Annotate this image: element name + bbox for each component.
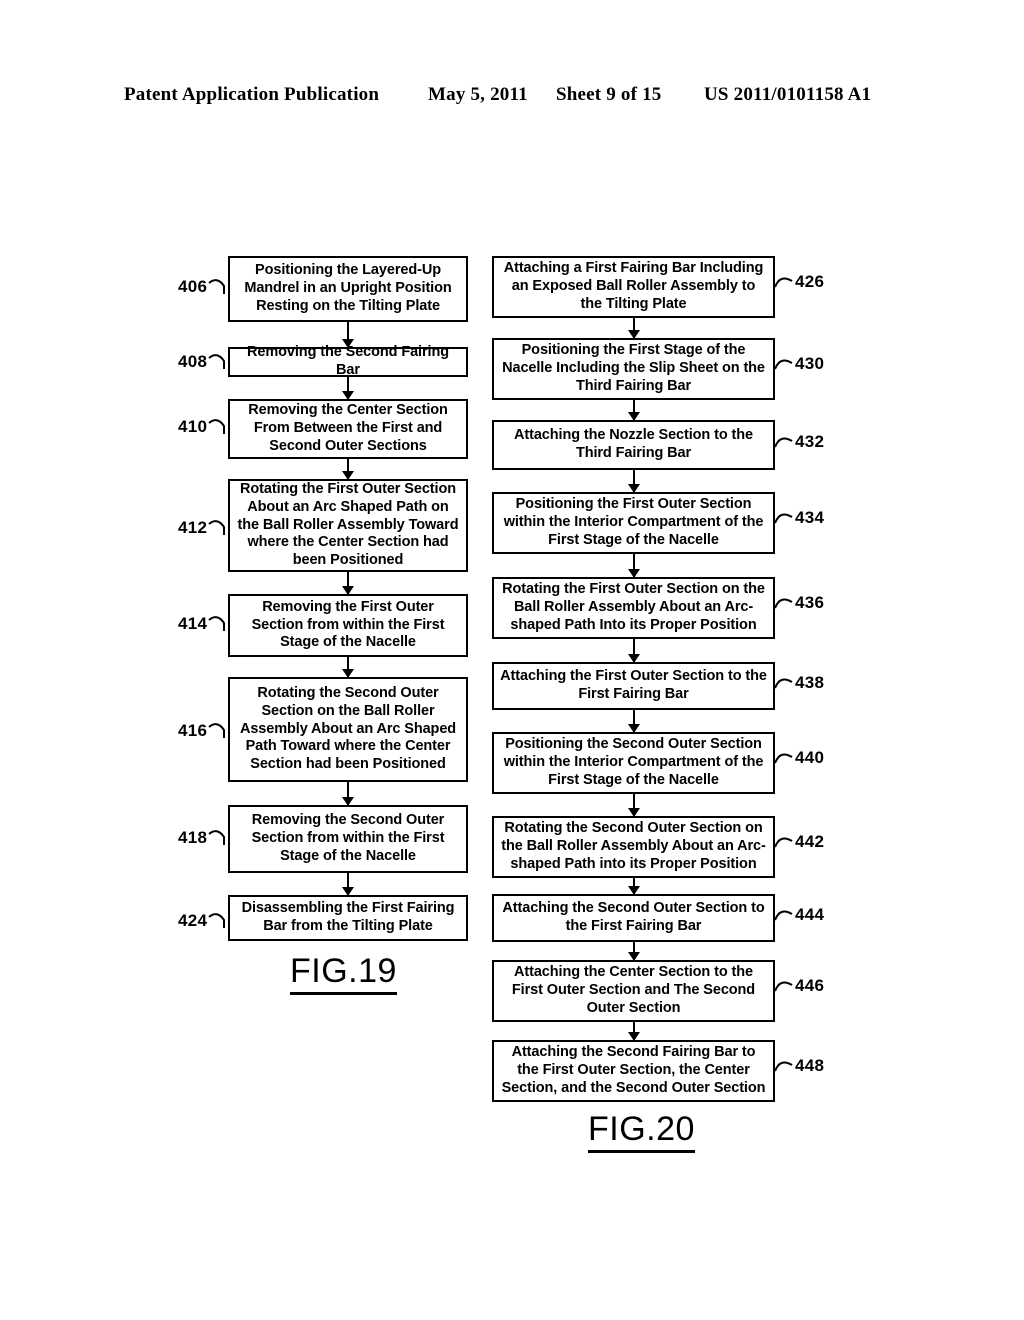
connector-446-448: [628, 1022, 640, 1041]
flow-node-438: Attaching the First Outer Section to the…: [492, 662, 775, 710]
flow-node-430: Positioning the First Stage of the Nacel…: [492, 338, 775, 400]
connector-442-444: [628, 878, 640, 895]
connector-426-430: [628, 318, 640, 339]
flow-node-442: Rotating the Second Outer Section on the…: [492, 816, 775, 878]
ref-leader-438: [774, 676, 800, 690]
ref-leader-436: [774, 596, 800, 610]
flow-node-440: Positioning the Second Outer Section wit…: [492, 732, 775, 794]
connector-444-446: [628, 942, 640, 961]
flow-node-442-label: Rotating the Second Outer Section on the…: [501, 820, 766, 872]
flow-node-432: Attaching the Nozzle Section to the Thir…: [492, 420, 775, 470]
flow-node-432-label: Attaching the Nozzle Section to the Thir…: [514, 427, 753, 461]
ref-leader-426: [774, 275, 800, 289]
flow-node-446: Attaching the Center Section to the Firs…: [492, 960, 775, 1022]
figure-20: Attaching a First Fairing Bar Including …: [0, 0, 1024, 1180]
ref-leader-446: [774, 979, 800, 993]
flow-node-444-label: Attaching the Second Outer Section to th…: [502, 900, 765, 934]
flow-node-434: Positioning the First Outer Section with…: [492, 492, 775, 554]
ref-leader-442: [774, 835, 800, 849]
flow-node-438-label: Attaching the First Outer Section to the…: [500, 668, 767, 702]
ref-leader-444: [774, 908, 800, 922]
figure-20-caption: FIG.20: [588, 1110, 695, 1153]
flow-node-430-label: Positioning the First Stage of the Nacel…: [502, 342, 765, 394]
ref-leader-432: [774, 435, 800, 449]
connector-434-436: [628, 554, 640, 578]
flow-node-426-label: Attaching a First Fairing Bar Including …: [503, 260, 764, 312]
flow-node-436: Rotating the First Outer Section on the …: [492, 577, 775, 639]
flow-node-448: Attaching the Second Fairing Bar to the …: [492, 1040, 775, 1102]
ref-leader-448: [774, 1059, 800, 1073]
figure-20-caption-text: FIG.20: [588, 1110, 695, 1148]
flow-node-444: Attaching the Second Outer Section to th…: [492, 894, 775, 942]
figure-20-caption-rule: [588, 1150, 695, 1153]
ref-leader-434: [774, 511, 800, 525]
flow-node-446-label: Attaching the Center Section to the Firs…: [511, 964, 756, 1016]
flow-node-448-label: Attaching the Second Fairing Bar to the …: [501, 1044, 766, 1096]
flow-node-436-label: Rotating the First Outer Section on the …: [502, 581, 765, 633]
connector-432-434: [628, 470, 640, 493]
flow-node-426: Attaching a First Fairing Bar Including …: [492, 256, 775, 318]
connector-438-440: [628, 710, 640, 733]
connector-430-432: [628, 400, 640, 421]
connector-436-438: [628, 639, 640, 663]
connector-440-442: [628, 794, 640, 817]
flow-node-440-label: Positioning the Second Outer Section wit…: [503, 736, 764, 788]
ref-leader-430: [774, 357, 800, 371]
flow-node-434-label: Positioning the First Outer Section with…: [503, 496, 764, 548]
ref-leader-440: [774, 751, 800, 765]
